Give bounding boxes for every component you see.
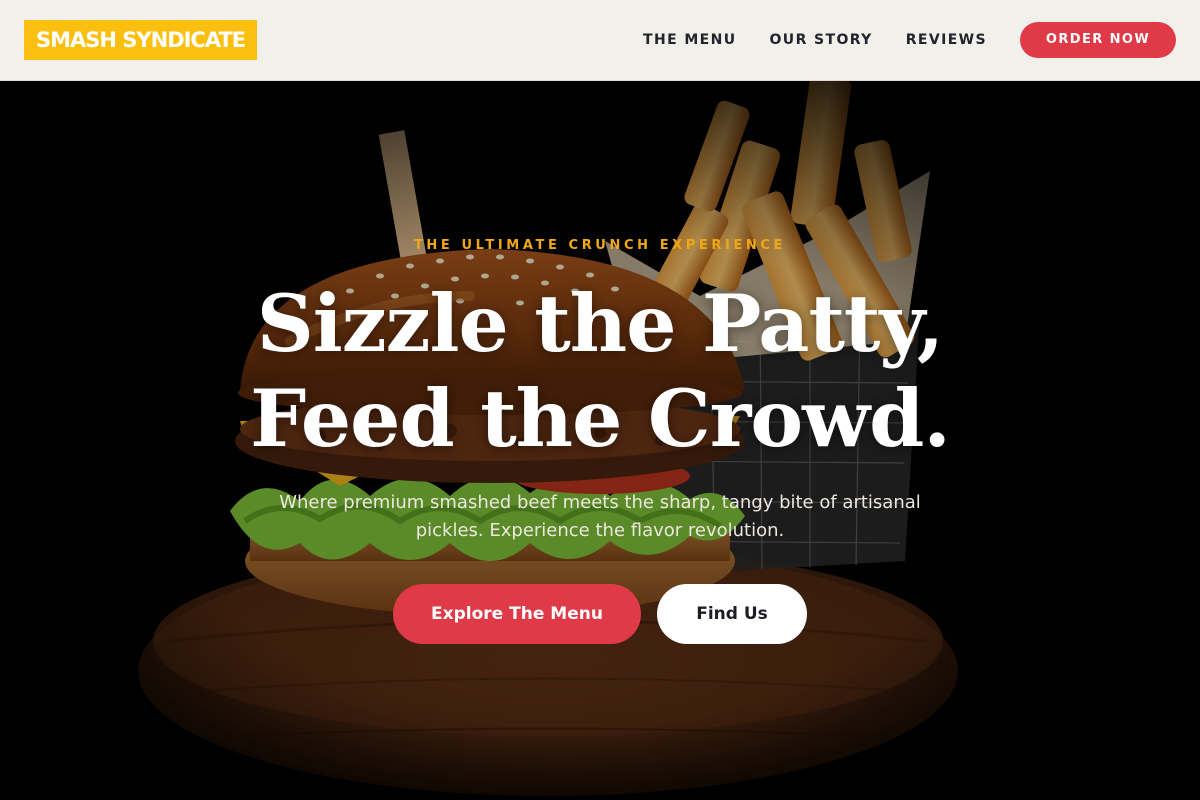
order-now-button[interactable]: ORDER NOW <box>1020 22 1176 58</box>
brand-logo[interactable]: SMASH SYNDICATE <box>24 20 258 60</box>
hero-headline-line-2: Feed the Crowd. <box>250 372 951 465</box>
nav-link-menu[interactable]: THE MENU <box>643 32 736 48</box>
hero-subtitle: Where premium smashed beef meets the sha… <box>279 492 921 541</box>
main-nav: THE MENU OUR STORY REVIEWS <box>643 0 987 80</box>
hero-section: THE ULTIMATE CRUNCH EXPERIENCE Sizzle th… <box>0 81 1200 800</box>
hero-headline: Sizzle the Patty, Feed the Crowd. <box>0 276 1200 466</box>
nav-link-our-story[interactable]: OUR STORY <box>770 32 873 48</box>
top-navbar: SMASH SYNDICATE THE MENU OUR STORY REVIE… <box>0 0 1200 81</box>
explore-menu-button[interactable]: Explore The Menu <box>393 584 641 644</box>
nav-link-reviews[interactable]: REVIEWS <box>906 32 987 48</box>
hero-headline-line-1: Sizzle the Patty, <box>256 277 945 370</box>
hero-eyebrow: THE ULTIMATE CRUNCH EXPERIENCE <box>413 238 787 253</box>
find-us-button[interactable]: Find Us <box>657 584 807 644</box>
